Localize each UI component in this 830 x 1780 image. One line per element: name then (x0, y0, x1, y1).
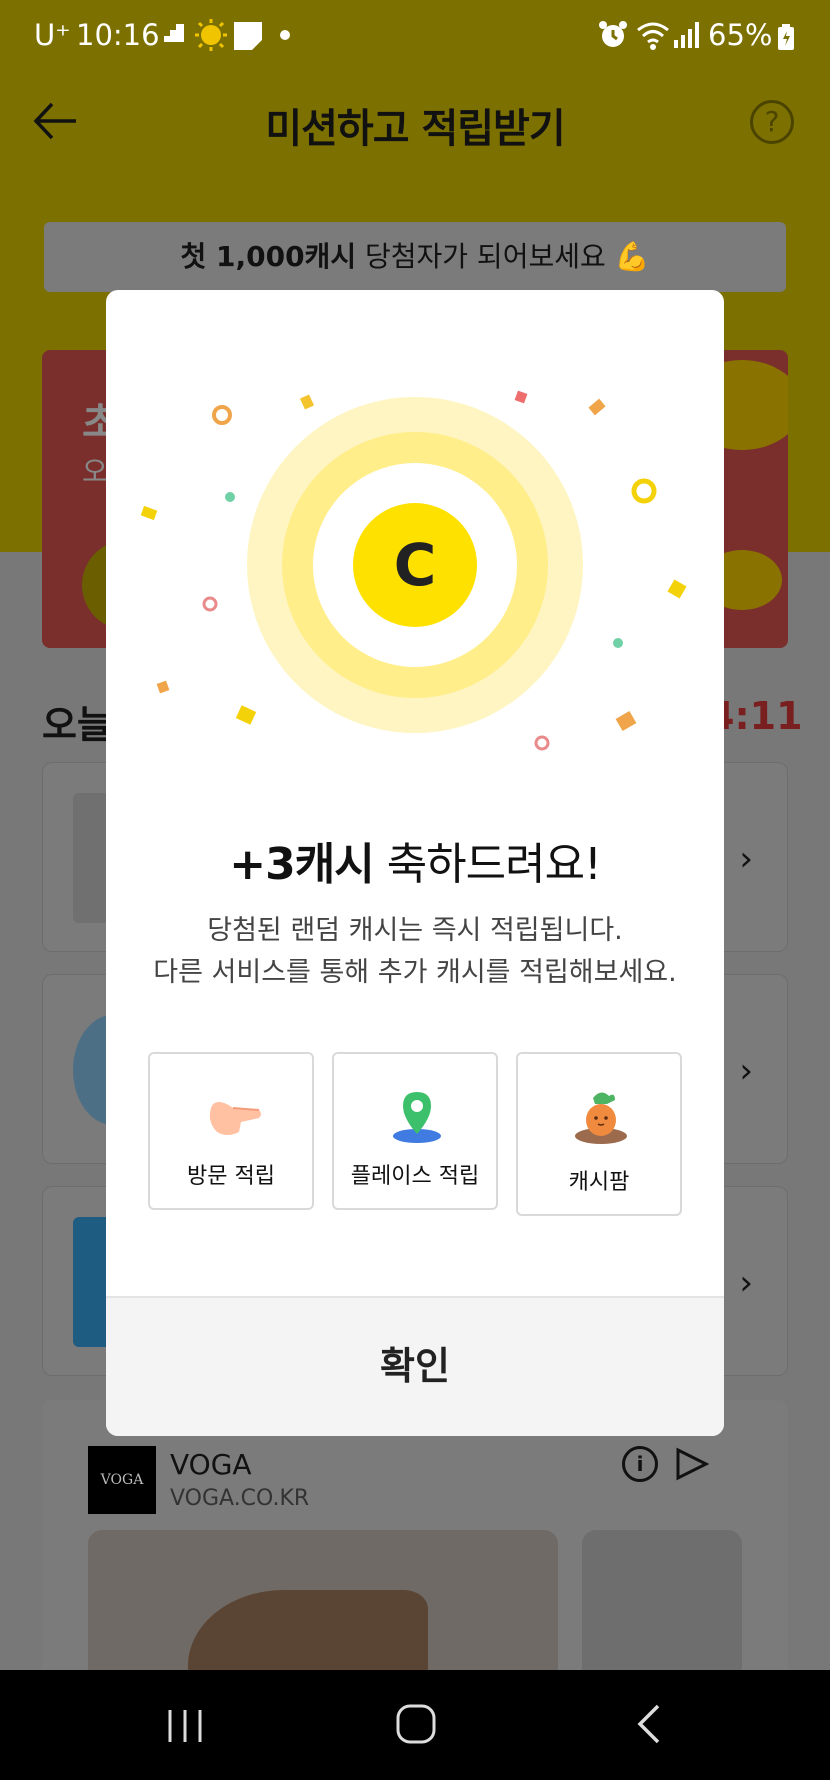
ad-logo: VOGA (88, 1446, 156, 1514)
more-notifications-dot (280, 30, 290, 40)
modal-title: +3캐시 축하드려요! (106, 828, 724, 892)
promo-banner-text: 당첨자가 되어보세요 💪 (356, 240, 650, 273)
question-icon: ? (764, 105, 780, 138)
weather-sun-icon (194, 18, 228, 52)
description-line-1: 당첨된 랜덤 캐시는 즉시 적립됩니다. (207, 915, 623, 946)
place-earn-button[interactable]: 플레이스 적립 (332, 1052, 498, 1210)
home-icon (396, 1704, 436, 1744)
battery-icon (778, 24, 794, 50)
visit-earn-button[interactable]: 방문 적립 (148, 1052, 314, 1210)
signal-icon (674, 22, 702, 48)
cash-farm-button[interactable]: 캐시팜 (516, 1052, 682, 1216)
clock: 10:16 (76, 18, 160, 52)
promo-banner[interactable]: 첫 1,000캐시 당첨자가 되어보세요 💪 (44, 222, 786, 292)
nav-back-button[interactable] (632, 1702, 668, 1746)
confirm-button[interactable]: 확인 (106, 1296, 724, 1436)
modal-description: 당첨된 랜덤 캐시는 즉시 적립됩니다. 다른 서비스를 통해 추가 캐시를 적… (106, 910, 724, 994)
celebration-illustration: C (140, 390, 687, 751)
notification-icon (162, 24, 186, 44)
ad-choices-icon[interactable] (674, 1446, 710, 1482)
home-button[interactable] (394, 1702, 438, 1746)
promo-banner-highlight: 첫 1,000캐시 (180, 240, 357, 273)
note-icon (234, 22, 262, 50)
cash-farm-label: 캐시팜 (568, 1170, 630, 1195)
today-section-title: 오늘 (42, 703, 112, 747)
reward-amount: +3캐시 (229, 839, 374, 890)
event-card-subtitle: 오 (82, 455, 108, 488)
coin-letter: C (394, 531, 437, 599)
recent-apps-button[interactable] (160, 1706, 210, 1746)
reward-modal: C +3캐시 축하드려요! 당첨된 랜덤 캐시는 즉시 적립됩니다. 다른 서비… (106, 290, 724, 1436)
carrier-label: U⁺ (34, 18, 71, 52)
alarm-icon (598, 20, 628, 50)
status-bar: U⁺ 10:16 65% (0, 0, 830, 72)
place-earn-label: 플레이스 적립 (350, 1164, 480, 1189)
nav-back-icon (637, 1704, 660, 1744)
chevron-right-icon: › (739, 839, 753, 879)
system-nav-bar (0, 1670, 830, 1780)
chevron-right-icon: › (739, 1051, 753, 1091)
chevron-right-icon: › (739, 1263, 753, 1303)
ad-url: VOGA.CO.KR (170, 1486, 310, 1511)
map-pin-icon (393, 1092, 441, 1143)
app-header: 미션하고 적립받기 ? (0, 82, 830, 162)
description-line-2: 다른 서비스를 통해 추가 캐시를 적립해보세요. (153, 957, 677, 988)
pointing-hand-icon (209, 1102, 261, 1135)
recent-apps-icon (168, 1710, 202, 1742)
info-icon[interactable]: i (622, 1446, 658, 1482)
congrats-text: 축하드려요! (373, 839, 602, 890)
carrot-icon (575, 1092, 627, 1144)
ad-advertiser-name: VOGA (170, 1448, 252, 1481)
help-button[interactable]: ? (750, 100, 794, 144)
battery-percent: 65% (708, 18, 773, 52)
wifi-icon (636, 20, 670, 50)
page-title: 미션하고 적립받기 (265, 106, 565, 152)
visit-earn-label: 방문 적립 (187, 1164, 275, 1189)
